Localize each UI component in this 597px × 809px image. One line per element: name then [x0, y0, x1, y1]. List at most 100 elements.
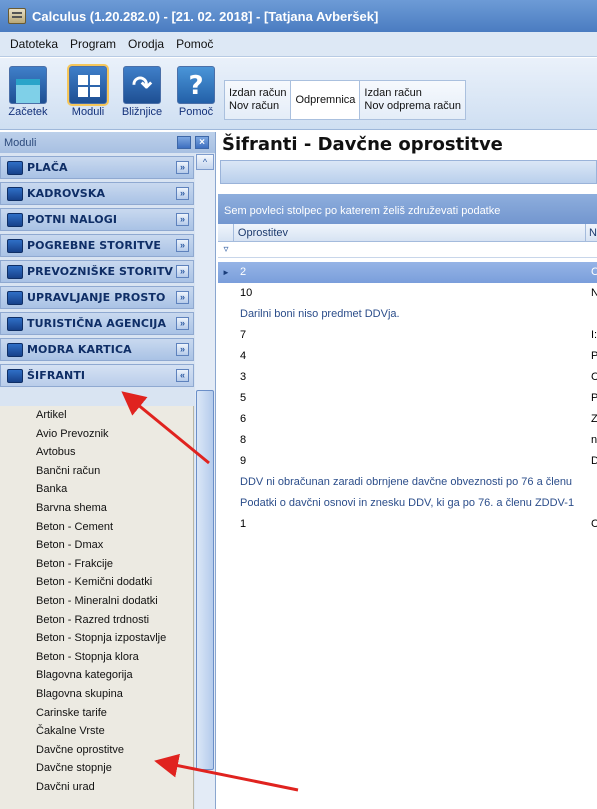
modra-kartica-icon — [7, 342, 23, 357]
placa-icon — [7, 160, 23, 175]
table-row[interactable]: ► 2 C — [218, 262, 597, 283]
page-title: Šifranti - Davčne oprostitve — [222, 134, 503, 155]
table-row[interactable]: 7 I: — [218, 325, 597, 346]
sifranti-items: Artikel Avio Prevoznik Avtobus Bančni ra… — [0, 406, 194, 809]
window-title: Calculus (1.20.282.0) - [21. 02. 2018] -… — [32, 8, 379, 24]
row-preview: Darilni boni niso predmet DDVja. — [240, 308, 400, 320]
module-groups: PLAČA» KADROVSKA» POTNI NALOGI» POGREBNE… — [0, 156, 216, 390]
module-pogrebne-storitve[interactable]: POGREBNE STORITVE» — [0, 234, 194, 257]
table-row[interactable]: 8n — [218, 430, 597, 451]
grid-header: Oprostitev N — [218, 224, 597, 242]
app-icon — [8, 8, 26, 24]
sidebar-item-beton-stopnja-klora[interactable]: Beton - Stopnja klora — [0, 648, 193, 667]
module-upravljanje-prostorov[interactable]: UPRAVLJANJE PROSTO» — [0, 286, 194, 309]
table-row[interactable]: 1C — [218, 514, 597, 535]
pogrebne-storitve-icon — [7, 238, 23, 253]
scroll-up-icon[interactable]: ^ — [196, 154, 214, 170]
prevozniske-storitve-icon — [7, 264, 23, 279]
sidebar-scrollbar[interactable]: ^ — [195, 154, 215, 809]
toolstrip — [220, 160, 597, 184]
sidebar-item-avio-prevoznik[interactable]: Avio Prevoznik — [0, 425, 193, 444]
sidebar-item-barvna-shema[interactable]: Barvna shema — [0, 499, 193, 518]
table-row[interactable]: 10 N — [218, 283, 597, 304]
sidebar-item-cakalne-vrste[interactable]: Čakalne Vrste — [0, 722, 193, 741]
table-row[interactable]: 3C — [218, 367, 597, 388]
sidebar-item-beton-frakcije[interactable]: Beton - Frakcije — [0, 555, 193, 574]
sidebar-header: Moduli × — [0, 132, 215, 153]
quick-tabs: Izdan račun Nov račun Odpremnica Izdan ra… — [224, 80, 467, 120]
expand-icon[interactable]: » — [176, 317, 189, 330]
expand-icon[interactable]: » — [176, 187, 189, 200]
turisticna-agencija-icon — [7, 316, 23, 331]
module-prevozniske-storitve[interactable]: PREVOZNIŠKE STORITV» — [0, 260, 194, 283]
sidebar-item-beton-dmax[interactable]: Beton - Dmax — [0, 536, 193, 555]
menu-datoteka[interactable]: Datoteka — [4, 37, 64, 51]
menu-orodja[interactable]: Orodja — [122, 37, 170, 51]
upravljanje-prostorov-icon — [7, 290, 23, 305]
kadrovska-icon — [7, 186, 23, 201]
menu-program[interactable]: Program — [64, 37, 122, 51]
sidebar-item-blagovna-kategorija[interactable]: Blagovna kategorija — [0, 666, 193, 685]
expand-icon[interactable]: » — [176, 265, 189, 278]
sidebar-item-beton-stopnja-izpostavljenosti[interactable]: Beton - Stopnja izpostavlje — [0, 629, 193, 648]
sidebar-item-banka[interactable]: Banka — [0, 480, 193, 499]
expand-icon[interactable]: » — [176, 343, 189, 356]
sidebar-item-beton-cement[interactable]: Beton - Cement — [0, 518, 193, 537]
column-header-n[interactable]: N — [586, 224, 597, 241]
home-icon — [9, 66, 47, 104]
group-by-panel[interactable]: Sem povleci stolpec po katerem želiš zdr… — [218, 194, 597, 228]
main-panel: Šifranti - Davčne oprostitve Sem povleci… — [218, 132, 597, 809]
quick-tab-nov-odprema-racun[interactable]: Izdan račun Nov odprema račun — [359, 80, 467, 120]
sidebar-item-beton-kemicni-dodatki[interactable]: Beton - Kemični dodatki — [0, 573, 193, 592]
row-preview: DDV ni obračunan zaradi obrnjene davčne … — [240, 476, 573, 488]
zacetek-button[interactable]: Začetek — [4, 66, 52, 126]
sidebar-item-bancni-racun[interactable]: Bančni račun — [0, 462, 193, 481]
close-icon[interactable]: × — [195, 136, 209, 149]
potni-nalogi-icon — [7, 212, 23, 227]
moduli-button[interactable]: Moduli — [64, 66, 112, 126]
pin-icon[interactable] — [177, 136, 191, 149]
module-modra-kartica[interactable]: MODRA KARTICA» — [0, 338, 194, 361]
sifranti-icon — [7, 368, 23, 383]
module-turisticna-agencija[interactable]: TURISTIČNA AGENCIJA» — [0, 312, 194, 335]
scrollbar-thumb[interactable] — [196, 390, 214, 770]
module-sifranti[interactable]: ŠIFRANTI « — [0, 364, 194, 387]
sidebar-item-davcne-oprostitve[interactable]: Davčne oprostitve — [0, 741, 193, 760]
filter-icon[interactable]: ▿ — [218, 242, 234, 257]
modules-icon — [69, 66, 107, 104]
table-row[interactable]: 4P — [218, 346, 597, 367]
quick-tab-odpremnica[interactable]: Odpremnica — [290, 80, 360, 120]
pomoc-button[interactable]: Pomoč — [172, 66, 220, 126]
bliznjice-button[interactable]: Bližnjice — [118, 66, 166, 126]
sidebar-item-beton-mineralni-dodatki[interactable]: Beton - Mineralni dodatki — [0, 592, 193, 611]
sidebar-item-beton-razred-trdnosti[interactable]: Beton - Razred trdnosti — [0, 611, 193, 630]
module-potni-nalogi[interactable]: POTNI NALOGI» — [0, 208, 194, 231]
expand-icon[interactable]: » — [176, 161, 189, 174]
menu-bar: Datoteka Program Orodja Pomoč — [0, 32, 597, 57]
sidebar-item-artikel[interactable]: Artikel — [0, 406, 193, 425]
collapse-icon[interactable]: « — [176, 369, 189, 382]
sidebar-item-avtobus[interactable]: Avtobus — [0, 443, 193, 462]
quick-tab-izdan-racun[interactable]: Izdan račun Nov račun — [224, 80, 291, 120]
sidebar-item-davcni-urad[interactable]: Davčni urad — [0, 778, 193, 797]
expand-icon[interactable]: » — [176, 291, 189, 304]
sidebar-item-davcne-stopnje[interactable]: Davčne stopnje — [0, 759, 193, 778]
sidebar-item-carinske-tarife[interactable]: Carinske tarife — [0, 704, 193, 723]
modules-sidebar: Moduli × PLAČA» KADROVSKA» POTNI NALOGI»… — [0, 132, 216, 809]
row-preview: Podatki o davčni osnovi in znesku DDV, k… — [240, 497, 575, 509]
table-row[interactable]: 6Z — [218, 409, 597, 430]
table-row[interactable]: 9D — [218, 451, 597, 472]
filter-row[interactable]: ▿ — [218, 242, 597, 258]
table-row[interactable]: 5P — [218, 388, 597, 409]
title-bar: Calculus (1.20.282.0) - [21. 02. 2018] -… — [0, 0, 597, 32]
module-kadrovska[interactable]: KADROVSKA» — [0, 182, 194, 205]
expand-icon[interactable]: » — [176, 239, 189, 252]
expand-icon[interactable]: » — [176, 213, 189, 226]
sidebar-item-blagovna-skupina[interactable]: Blagovna skupina — [0, 685, 193, 704]
column-header-oprostitev[interactable]: Oprostitev — [234, 224, 587, 241]
module-placa[interactable]: PLAČA» — [0, 156, 194, 179]
help-icon — [177, 66, 215, 104]
shortcut-icon — [123, 66, 161, 104]
menu-pomoc[interactable]: Pomoč — [170, 37, 219, 51]
row-indicator-icon: ► — [222, 268, 230, 277]
